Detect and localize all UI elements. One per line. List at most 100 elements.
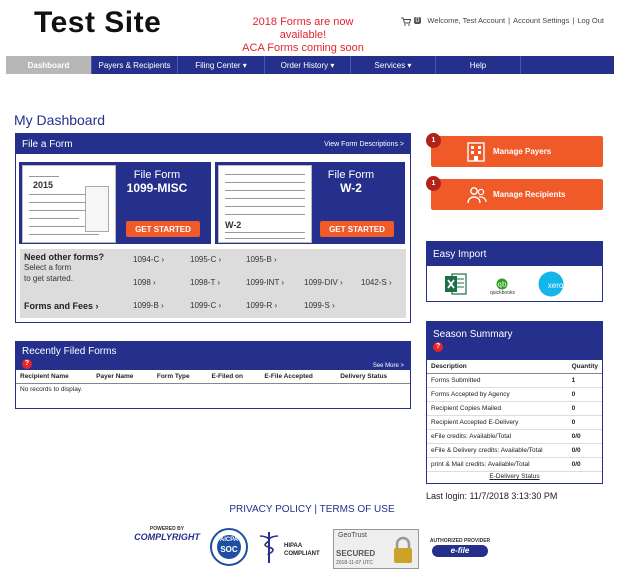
col-efiled-on[interactable]: E-Filed on: [207, 370, 261, 384]
select-form-hint: Select a form to get started.: [24, 262, 73, 284]
season-summary-table: Description Quantity Forms Submitted 1 Fo…: [427, 360, 602, 472]
row-description: eFile credits: Available/Total: [427, 429, 568, 444]
cart-icon[interactable]: [400, 17, 411, 26]
account-settings-link[interactable]: Account Settings: [513, 16, 569, 25]
file-a-form-title: File a Form: [22, 138, 73, 150]
col-description: Description: [427, 360, 568, 374]
form-w2-thumbnail: W-2: [218, 165, 312, 243]
geotrust-secured-badge[interactable]: GeoTrust SECURED 2018-11-07 UTC: [333, 529, 419, 569]
help-icon[interactable]: ?: [433, 342, 443, 352]
select-form-hint-line-1: Select a form: [24, 263, 72, 272]
view-form-descriptions-link[interactable]: View Form Descriptions >: [324, 141, 404, 148]
see-more-link[interactable]: See More >: [373, 363, 404, 369]
svg-text:qb: qb: [498, 280, 507, 288]
form-card-label: File Form: [133, 169, 181, 181]
help-icon[interactable]: ?: [22, 359, 32, 369]
easy-import-title: Easy Import: [433, 248, 487, 260]
table-row: eFile & Delivery credits: Available/Tota…: [427, 443, 602, 458]
logout-link[interactable]: Log Out: [577, 16, 604, 25]
col-form-type[interactable]: Form Type: [152, 370, 208, 384]
form-link-1095-b[interactable]: 1095-B ›: [246, 255, 277, 264]
announcement: 2018 Forms are now available! ACA Forms …: [228, 16, 378, 55]
quickbooks-icon[interactable]: qb quickbooks: [490, 278, 515, 296]
col-payer-name[interactable]: Payer Name: [92, 370, 153, 384]
season-summary-header: Season Summary ?: [427, 322, 602, 360]
import-sources: qb quickbooks xero: [427, 266, 602, 307]
aicpa-soc-badge: AICPA SOC: [210, 528, 248, 571]
form-link-1042-s[interactable]: 1042-S ›: [361, 278, 392, 287]
form-link-1099-c[interactable]: 1099-C ›: [190, 301, 221, 310]
col-efile-accepted[interactable]: E-File Accepted: [260, 370, 337, 384]
forms-and-fees-link[interactable]: Forms and Fees ›: [24, 301, 99, 311]
terms-of-use-link[interactable]: TERMS OF USE: [320, 504, 395, 515]
nav-order-history[interactable]: Order History ▾: [265, 56, 351, 74]
xero-icon[interactable]: xero: [538, 271, 584, 302]
season-summary-title: Season Summary: [433, 329, 513, 340]
row-quantity: 0: [567, 415, 602, 430]
nav-payers-recipients[interactable]: Payers & Recipients: [92, 56, 178, 74]
table-row: Recipient Copies Mailed 0: [427, 401, 602, 416]
efile-provider-badge: AUTHORIZED PROVIDER e-file: [428, 538, 492, 557]
table-row: print & Mail credits: Available/Total 0/0: [427, 457, 602, 472]
excel-icon[interactable]: [444, 272, 467, 301]
form-link-1099-int[interactable]: 1099-INT ›: [246, 278, 284, 287]
nav-filing-center[interactable]: Filing Center ▾: [178, 56, 265, 74]
welcome-text: Welcome, Test Account: [427, 16, 506, 25]
cart-count-badge[interactable]: 0: [413, 17, 422, 24]
row-quantity: 1: [567, 373, 602, 388]
form-link-1094-c[interactable]: 1094-C ›: [133, 255, 164, 264]
efile-logo: e-file: [432, 545, 488, 557]
form-link-1099-div[interactable]: 1099-DIV ›: [304, 278, 343, 287]
form-copy-sheet: [85, 186, 109, 232]
nav-filler: [521, 56, 614, 74]
xero-label: xero: [547, 281, 564, 290]
link-separator: |: [508, 16, 511, 25]
row-quantity: 0/0: [567, 443, 602, 458]
table-row: No records to display.: [16, 384, 410, 396]
file-a-form-panel: File a Form View Form Descriptions > 201…: [15, 133, 411, 323]
form-card-w2[interactable]: W-2 File Form W-2 GET STARTED: [215, 162, 405, 244]
table-row: Forms Submitted 1: [427, 373, 602, 388]
form-link-1099-s[interactable]: 1099-S ›: [304, 301, 335, 310]
get-started-1099-misc-button[interactable]: GET STARTED: [126, 221, 200, 237]
form-link-1099-b[interactable]: 1099-B ›: [133, 301, 164, 310]
col-recipient-name[interactable]: Recipient Name: [16, 370, 93, 384]
form-link-1098[interactable]: 1098 ›: [133, 278, 156, 287]
site-logo[interactable]: Test Site: [34, 6, 161, 40]
row-description: print & Mail credits: Available/Total: [427, 457, 568, 472]
form-w2-label: W-2: [225, 220, 242, 230]
page-title: My Dashboard: [14, 112, 106, 128]
row-description: Forms Submitted: [427, 373, 568, 388]
form-card-1099-misc[interactable]: 2015 File Form 1099-MISC GET STARTED: [19, 162, 211, 244]
nav-help[interactable]: Help: [436, 56, 521, 74]
secured-label: SECURED: [336, 549, 376, 558]
form-link-1098-t[interactable]: 1098-T ›: [190, 278, 220, 287]
form-link-1095-c[interactable]: 1095-C ›: [190, 255, 221, 264]
col-delivery-status[interactable]: Delivery Status: [336, 370, 410, 384]
recipients-count-badge: 1: [426, 176, 441, 191]
privacy-policy-link[interactable]: PRIVACY POLICY: [229, 504, 311, 515]
edelivery-status-link[interactable]: E-Delivery Status: [427, 472, 602, 480]
other-forms-box: Need other forms? Select a form to get s…: [20, 249, 406, 318]
form-year-label: 2015: [33, 180, 54, 190]
building-icon: [467, 142, 485, 162]
complyright-logo: COMPLYRIGHT: [134, 532, 200, 542]
nav-services[interactable]: Services ▾: [351, 56, 436, 74]
manage-payers-button[interactable]: 1 Manage Payers: [426, 133, 603, 167]
hipaa-badge: HIPAA COMPLIANT: [258, 530, 320, 569]
form-link-1099-r[interactable]: 1099-R ›: [246, 301, 277, 310]
table-row: Recipient Accepted E-Delivery 0: [427, 415, 602, 430]
manage-recipients-button[interactable]: 1 Manage Recipients: [426, 176, 603, 210]
footer-separator: |: [311, 504, 320, 515]
payers-count-badge: 1: [426, 133, 441, 148]
get-started-w2-button[interactable]: GET STARTED: [320, 221, 394, 237]
aicpa-label: AICPA: [219, 537, 239, 543]
nav-dashboard[interactable]: Dashboard: [6, 56, 92, 74]
form-1099-misc-thumbnail: 2015: [22, 165, 116, 243]
main-nav: Dashboard Payers & Recipients Filing Cen…: [6, 56, 614, 74]
easy-import-panel: Easy Import qb quickbooks xero: [426, 241, 603, 302]
row-quantity: 0: [567, 401, 602, 416]
geotrust-label: GeoTrust: [338, 532, 367, 539]
table-header-row: Description Quantity: [427, 360, 602, 374]
row-description: eFile & Delivery credits: Available/Tota…: [427, 443, 568, 458]
